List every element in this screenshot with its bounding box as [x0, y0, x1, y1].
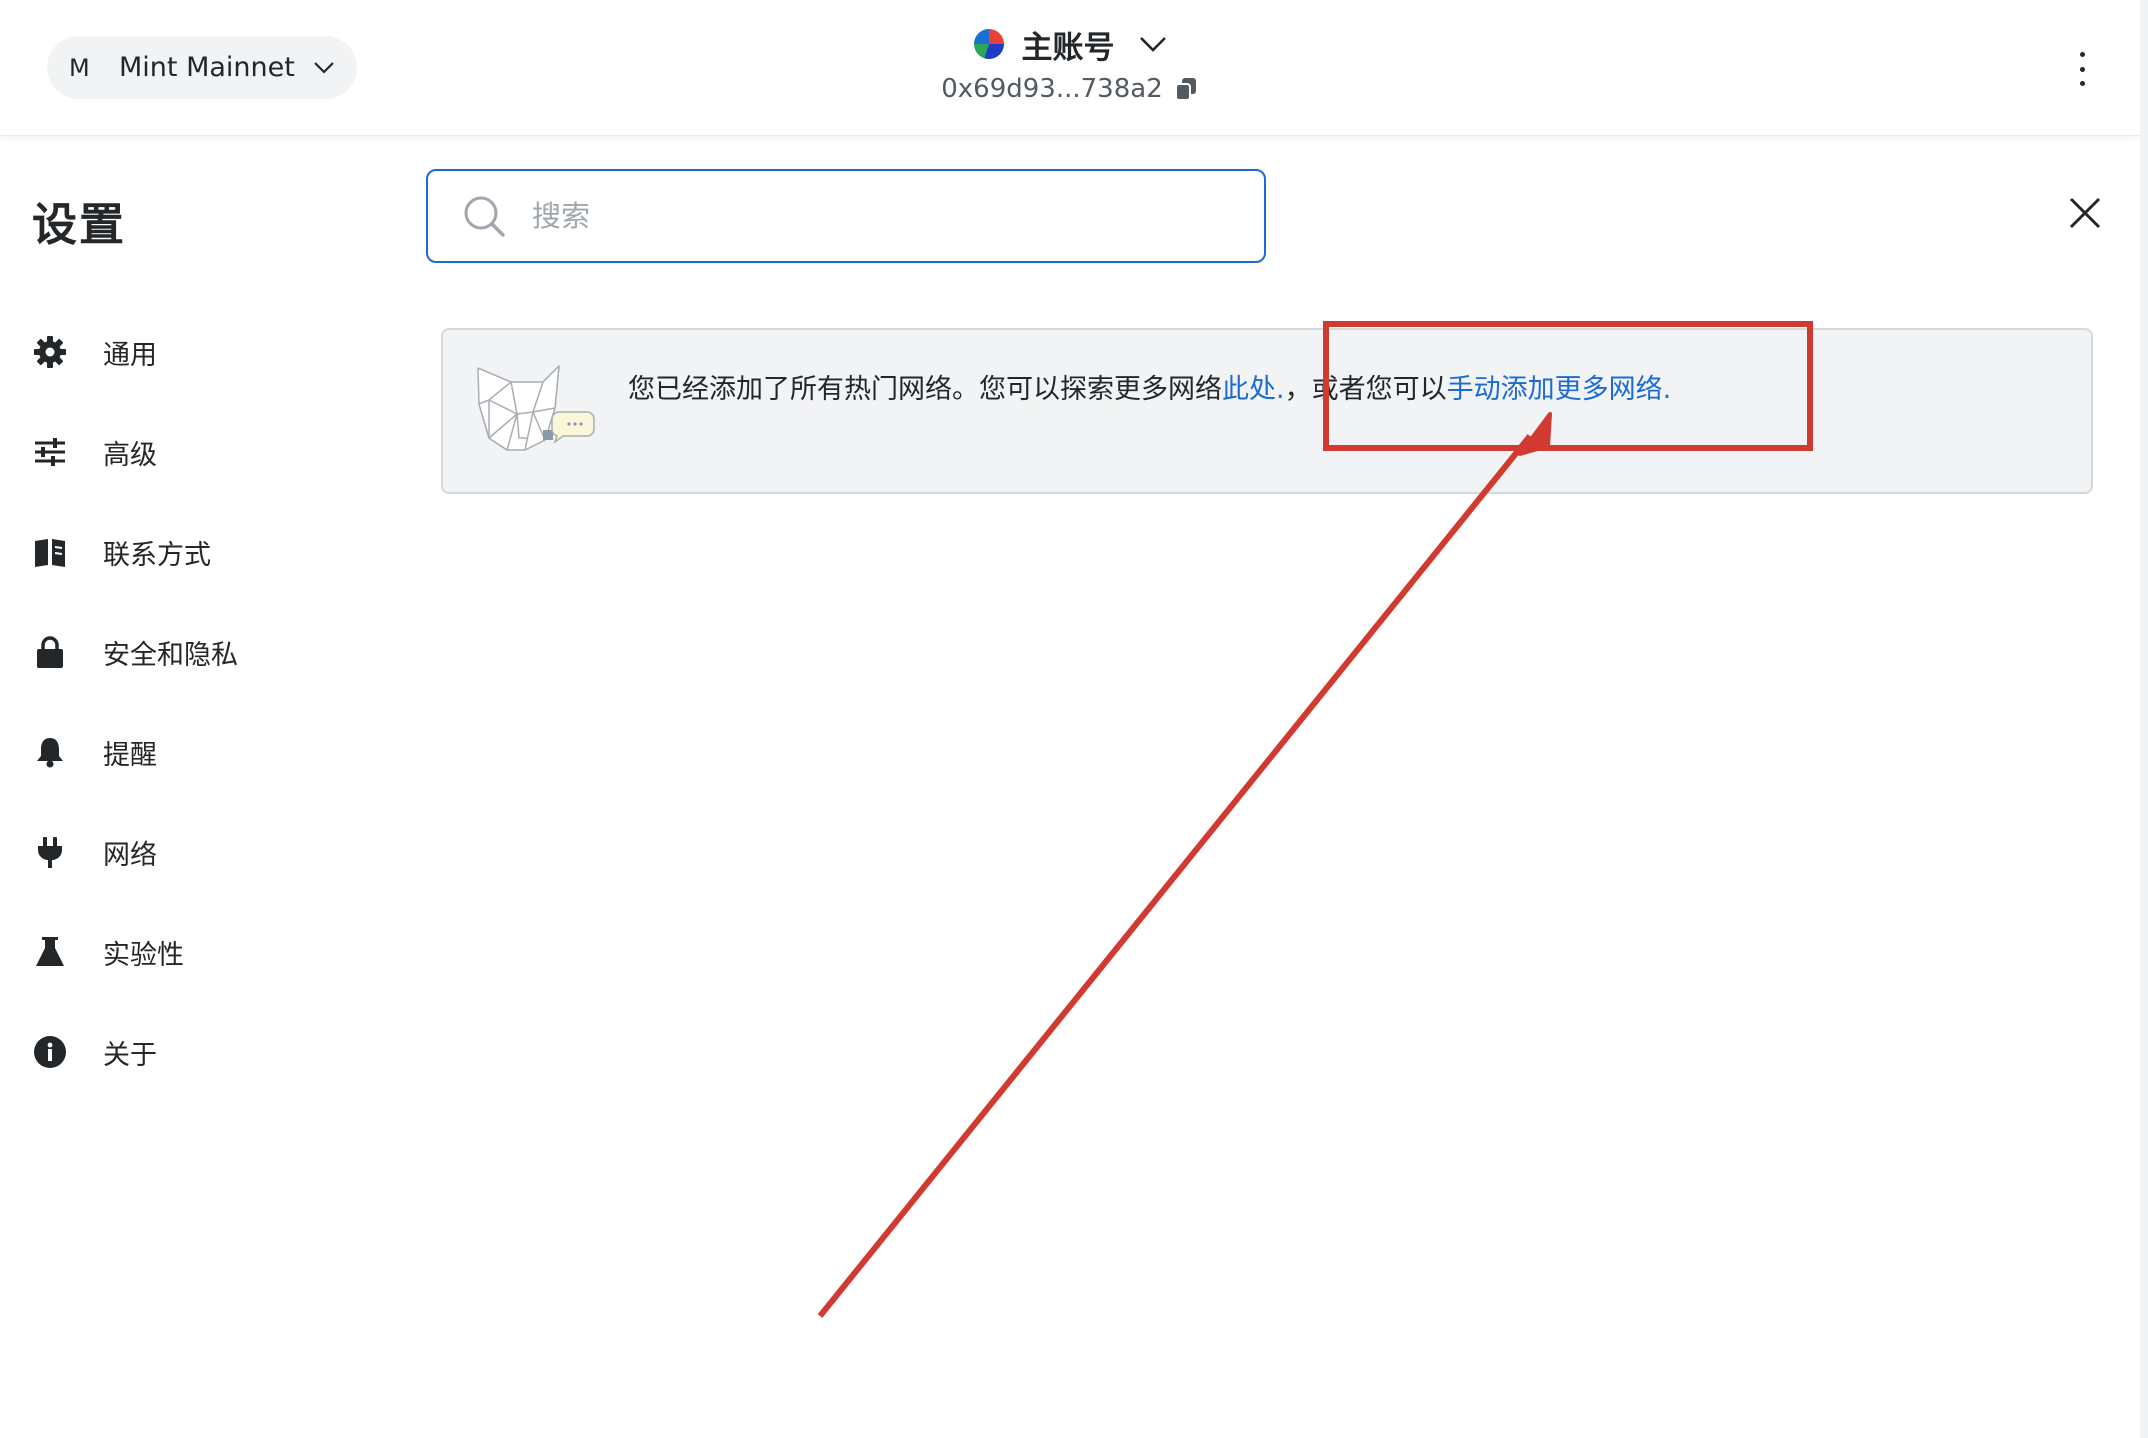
search-input[interactable] [532, 199, 1232, 233]
address-row[interactable]: 0x69d93...738a2 [941, 74, 1199, 104]
account-avatar [973, 29, 1004, 59]
explore-networks-link[interactable]: 此处. [1222, 374, 1285, 405]
banner-message: 您已经添加了所有热门网络。您可以探索更多网络此处.，或者您可以手动添加更多网络. [628, 367, 1671, 406]
fox-logo-icon [477, 365, 595, 451]
copy-icon[interactable] [1173, 76, 1199, 102]
account-address: 0x69d93...738a2 [941, 74, 1163, 104]
sliders-icon [30, 432, 70, 472]
sidebar-item-experimental[interactable]: 实验性 [30, 902, 370, 1002]
sidebar-item-about[interactable]: 关于 [30, 1002, 370, 1102]
close-icon[interactable] [2068, 196, 2102, 230]
sidebar-item-label: 安全和隐私 [103, 639, 238, 671]
account-picker[interactable]: 主账号 [973, 20, 1167, 68]
info-icon [30, 1032, 70, 1072]
settings-page: M Mint Mainnet 主账号 0x69d93...738a2 设置 通用… [0, 0, 2148, 1438]
sidebar-item-general[interactable]: 通用 [30, 302, 370, 402]
sidebar-item-label: 提醒 [103, 739, 157, 771]
bell-icon [30, 732, 70, 772]
sidebar-item-security[interactable]: 安全和隐私 [30, 602, 370, 702]
window-edge [2140, 0, 2148, 1438]
networks-info-banner: 您已经添加了所有热门网络。您可以探索更多网络此处.，或者您可以手动添加更多网络. [441, 328, 2093, 494]
sidebar-item-label: 关于 [103, 1039, 157, 1071]
sidebar-item-label: 联系方式 [103, 539, 211, 571]
account-block: 主账号 0x69d93...738a2 [0, 20, 2140, 104]
app-header: M Mint Mainnet 主账号 0x69d93...738a2 [0, 0, 2140, 136]
sidebar-item-contacts[interactable]: 联系方式 [30, 502, 370, 602]
add-network-manually-link[interactable]: 手动添加更多网络. [1447, 374, 1672, 405]
search-icon [464, 196, 505, 237]
sidebar-item-label: 实验性 [103, 939, 184, 971]
gear-icon [30, 332, 70, 372]
sidebar-item-label: 通用 [103, 339, 157, 371]
more-options-icon[interactable] [2072, 52, 2092, 86]
flask-icon [30, 932, 70, 972]
sidebar-item-networks[interactable]: 网络 [30, 802, 370, 902]
banner-text-before: 您已经添加了所有热门网络。您可以探索更多网络 [628, 374, 1222, 405]
sidebar-item-label: 高级 [103, 439, 157, 471]
account-name: 主账号 [1021, 29, 1115, 66]
banner-text-middle: ，或者您可以 [1284, 374, 1447, 405]
sidebar-item-advanced[interactable]: 高级 [30, 402, 370, 502]
lock-icon [30, 632, 70, 672]
annotation-arrow-shaft [817, 434, 1533, 1318]
book-icon [30, 532, 70, 572]
sidebar-item-alerts[interactable]: 提醒 [30, 702, 370, 802]
plug-icon [30, 832, 70, 872]
chevron-down-icon [1139, 37, 1166, 52]
settings-sidebar: 通用 高级 联系方式 安全和隐私 提醒 网络 实验性 关于 [30, 302, 370, 1102]
search-field[interactable] [426, 169, 1266, 263]
sidebar-item-label: 网络 [103, 839, 157, 871]
page-title: 设置 [32, 198, 127, 251]
